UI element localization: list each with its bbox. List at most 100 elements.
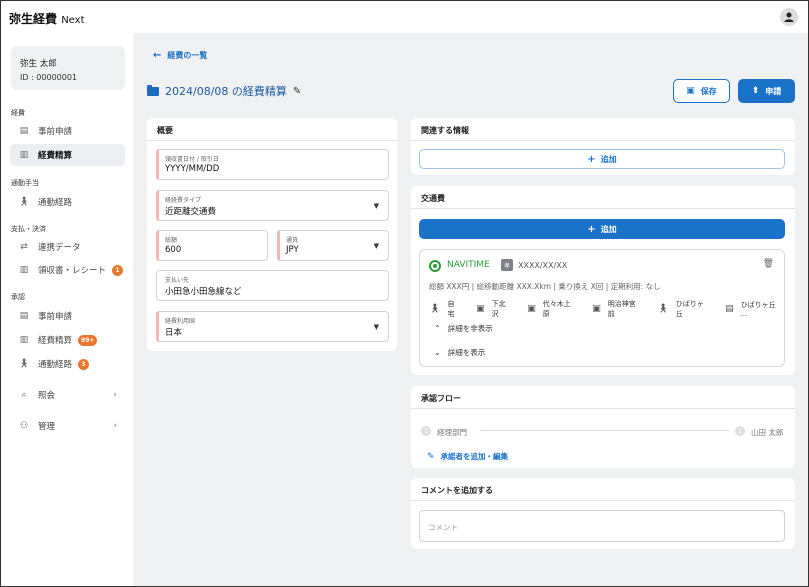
- chevron-up-icon: ⌃: [434, 324, 441, 333]
- toggle-label: 詳細を非表示: [447, 324, 493, 333]
- station-name: ひばりヶ丘 ...: [740, 301, 776, 318]
- divider: [411, 500, 795, 501]
- payee-field[interactable]: 支払い先 小田急小田急線など: [156, 270, 389, 301]
- sidebar-item-label: 照会: [38, 391, 56, 401]
- plus-icon: +: [587, 223, 596, 235]
- sidebar-item-linked-data[interactable]: ⇄ 連携データ: [10, 236, 125, 258]
- field-value: JPY: [286, 245, 299, 255]
- receipt-icon: ▥: [19, 265, 29, 275]
- dropdown-arrow-icon: ▼: [373, 202, 379, 210]
- section-expense: 経費: [11, 109, 25, 117]
- field-label: 通貨: [286, 237, 299, 244]
- comment-placeholder: コメント: [428, 523, 458, 532]
- add-label: 追加: [600, 154, 617, 164]
- user-name: 弥生 太郎: [20, 59, 57, 69]
- count-badge: 99+: [78, 334, 98, 346]
- overview-title: 概要: [157, 126, 173, 135]
- sidebar: 弥生 太郎 ID : 00000001 経費 ▤ 事前申請 ▥ 経費精算 通勤手…: [1, 33, 133, 586]
- station-item: ▣ 明治神宮前: [592, 299, 642, 319]
- sidebar-item-approval-pre-application[interactable]: ▤ 事前申請: [10, 305, 125, 327]
- approval-steps: 1 経理部門 2 山田 太郎: [421, 426, 785, 437]
- show-details-toggle[interactable]: ⌄ 詳細を表示: [434, 347, 485, 358]
- station-item: ▣ 下北沢: [476, 299, 512, 319]
- route-tag: 孝: [501, 259, 513, 271]
- step-connector: [481, 430, 729, 431]
- save-button[interactable]: ▣ 保存: [673, 79, 730, 103]
- apply-button[interactable]: ⬆ 申請: [738, 79, 795, 103]
- section-commute: 通勤手当: [11, 179, 39, 187]
- related-add-button[interactable]: + 追加: [419, 149, 785, 169]
- sidebar-item-label: 連携データ: [38, 243, 81, 253]
- bus-icon: ▤: [725, 304, 734, 314]
- sidebar-item-receipts[interactable]: ▥ 領収書・レシート 1: [10, 259, 125, 281]
- step-node: 1: [421, 426, 431, 436]
- receipt-date-field[interactable]: 領収書日付 / 取引日 YYYY/MM/DD: [156, 149, 389, 180]
- edit-approvers-link[interactable]: ✎ 承認者を追加・編集: [427, 451, 508, 462]
- people-icon: ⚇: [19, 421, 29, 431]
- sidebar-item-approval-commute[interactable]: 🚶︎ 通勤経路 3: [10, 353, 125, 375]
- back-link[interactable]: ← 経費の一覧: [153, 50, 207, 61]
- walk-icon: 🚶︎: [657, 304, 669, 314]
- page-title: 2024/08/08 の経費精算 ✎: [147, 83, 301, 99]
- comment-title: コメントを追加する: [421, 486, 493, 495]
- chevron-right-icon: ›: [113, 421, 117, 431]
- divider: [147, 140, 397, 141]
- save-icon: ▣: [686, 86, 695, 96]
- user-id: ID : 00000001: [20, 73, 78, 82]
- approval-title: 承認フロー: [421, 394, 461, 403]
- currency-select[interactable]: 通貨 JPY ▼: [277, 230, 389, 261]
- sidebar-item-label: 領収書・レシート: [38, 266, 107, 276]
- sidebar-item-expense-settlement[interactable]: ▥ 経費精算: [10, 144, 125, 166]
- brand-name: 弥生経費: [9, 12, 58, 26]
- edit-pencil-icon[interactable]: ✎: [293, 86, 301, 97]
- folder-icon: [147, 84, 159, 96]
- train-icon: ▣: [476, 304, 485, 314]
- transport-add-button[interactable]: + 追加: [419, 219, 785, 239]
- walk-icon: 🚶︎: [18, 359, 30, 369]
- avatar[interactable]: [780, 8, 798, 26]
- sidebar-item-inquiry[interactable]: ⌕ 照会 ›: [10, 384, 125, 406]
- user-card[interactable]: 弥生 太郎 ID : 00000001: [11, 46, 125, 90]
- hide-details-toggle[interactable]: ⌃ 詳細を非表示: [434, 323, 493, 334]
- receipt-icon: ▥: [19, 150, 29, 160]
- sync-icon: ⇄: [20, 242, 28, 252]
- field-value: 小田急小田急線など: [165, 287, 242, 297]
- count-badge: 1: [112, 264, 124, 276]
- section-payment: 支払・決済: [11, 225, 46, 233]
- sidebar-item-pre-application[interactable]: ▤ 事前申請: [10, 120, 125, 142]
- field-value: 600: [165, 245, 182, 255]
- save-button-label: 保存: [700, 86, 717, 96]
- sidebar-item-label: 通勤経路: [38, 360, 73, 370]
- sidebar-item-commute-route[interactable]: 🚶︎ 通勤経路: [10, 191, 125, 213]
- comment-input[interactable]: コメント: [419, 510, 785, 542]
- route-summary: 総額 XXX円 | 総移動距離 XXX.Xkm | 乗り換え X回 | 定期利用…: [429, 282, 661, 291]
- divider: [411, 408, 795, 409]
- field-label: 経経費タイプ: [165, 197, 202, 204]
- document-icon: ▤: [19, 311, 29, 321]
- sidebar-item-label: 事前申請: [38, 127, 73, 137]
- trash-icon[interactable]: 🗑︎: [763, 259, 774, 269]
- apply-button-label: 申請: [765, 86, 782, 96]
- walk-icon: 🚶︎: [429, 304, 441, 314]
- app-logo[interactable]: 弥生経費 Next: [9, 10, 85, 27]
- station-item: 🚶︎ 自宅: [429, 299, 461, 319]
- amount-field[interactable]: 総額 600: [156, 230, 268, 261]
- search-icon: ⌕: [21, 390, 27, 400]
- toggle-label: 詳細を表示: [447, 348, 486, 357]
- field-value: YYYY/MM/DD: [165, 164, 220, 174]
- sidebar-item-label: 通勤経路: [38, 198, 73, 208]
- receipt-icon: ▥: [19, 335, 29, 345]
- expense-type-select[interactable]: 経経費タイプ 近距離交通費 ▼: [156, 190, 389, 221]
- sidebar-item-approval-expense[interactable]: ▥ 経費精算 99+: [10, 329, 125, 351]
- field-label: 総額: [165, 237, 178, 244]
- sidebar-item-label: 経費精算: [38, 336, 73, 346]
- sidebar-item-admin[interactable]: ⚇ 管理 ›: [10, 415, 125, 437]
- step-label: 山田 太郎: [751, 428, 784, 437]
- region-select[interactable]: 経費利用国 日本 ▼: [156, 311, 389, 342]
- navitime-logo-icon: [429, 260, 441, 272]
- back-link-label: 経費の一覧: [167, 51, 208, 60]
- step-node: 2: [735, 426, 745, 436]
- station-name: 明治神宮前: [607, 300, 636, 318]
- divider: [411, 140, 795, 141]
- field-value: 近距離交通費: [165, 207, 217, 217]
